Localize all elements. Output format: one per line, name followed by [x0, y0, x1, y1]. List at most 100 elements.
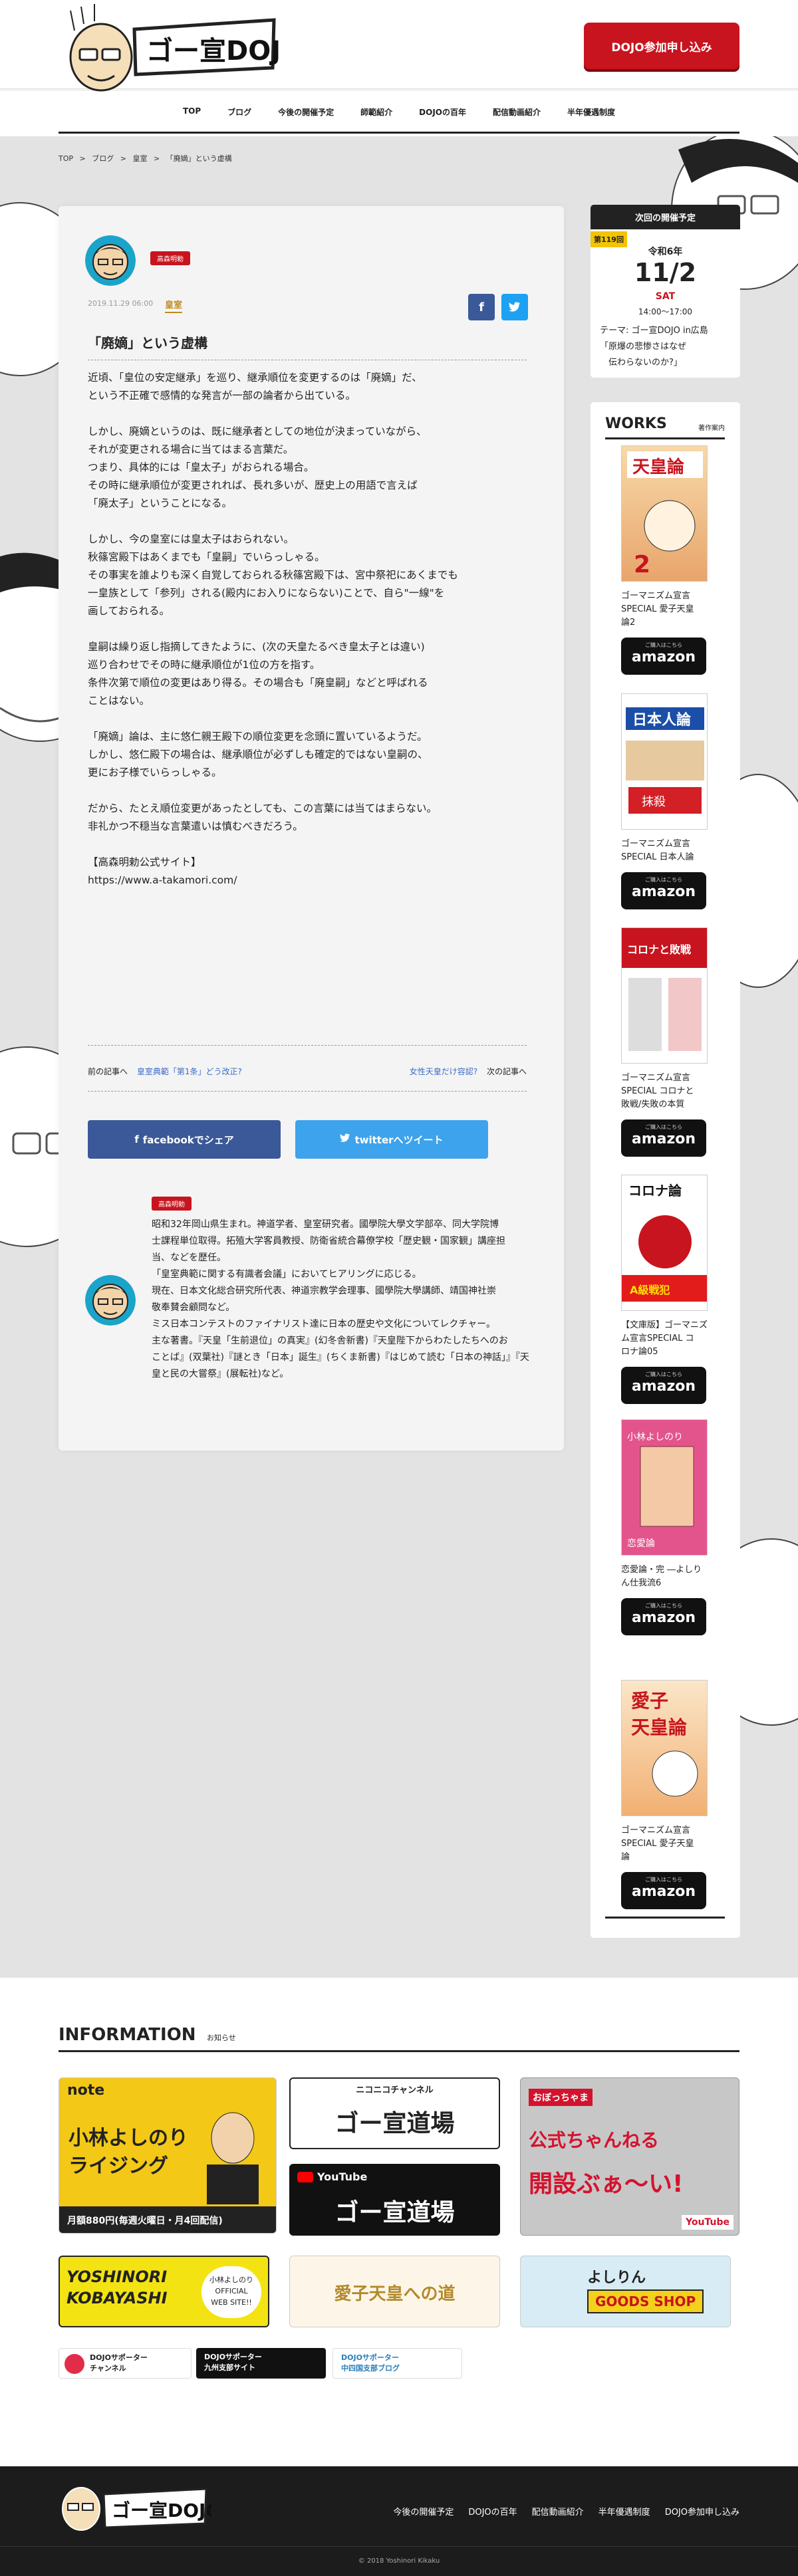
post-category[interactable]: 皇室 [165, 298, 183, 313]
book-caption[interactable]: ゴーマニズム宣言 SPECIAL 日本人論 [621, 838, 708, 864]
amazon-button[interactable]: ご購入はこちら amazon [621, 872, 706, 909]
nav-masters[interactable]: 師範紹介 [347, 100, 406, 126]
breadcrumb: TOP > ブログ > 皇室 > 「廃嫡」という虚構 [59, 153, 236, 164]
chushikoku-supporter-label: DOJOサポーター 中四国支部ブログ [341, 2353, 400, 2373]
supporter-channel-label: DOJOサポーター チャンネル [90, 2353, 148, 2373]
note-rising-banner[interactable]: note 小林よしのり ライジング 月額880円(毎週火曜日・月4回配信) [59, 2077, 277, 2234]
breadcrumb-blog[interactable]: ブログ [92, 154, 114, 163]
note-price: 月額880円(毎週火曜日・月4回配信) [59, 2206, 276, 2233]
nav-dojo-history[interactable]: DOJOの百年 [406, 100, 479, 126]
book-item[interactable]: 日本人論 抹殺 ゴーマニズム宣言 SPECIAL 日本人論 ご購入はこちら amaz… [621, 693, 708, 909]
book-cover[interactable]: 小林よしのり 恋愛論 [621, 1419, 708, 1556]
book-cover[interactable]: コロナと敗戦 [621, 927, 708, 1064]
post-paragraph: だから、たとえ順位変更があったとしても、この言葉には当てはまらない。 非礼かつ不… [88, 802, 437, 832]
footer-logo[interactable]: ゴー宣DOJO [59, 2480, 211, 2533]
amazon-logo: amazon [631, 1378, 696, 1395]
chushikoku-supporter-banner[interactable]: DOJOサポーター 中四国支部ブログ [332, 2348, 462, 2379]
nav-blog[interactable]: ブログ [214, 100, 265, 126]
nav-videos[interactable]: 配信動画紹介 [479, 100, 554, 126]
next-event-widget[interactable]: 次回の開催予定 第119回 令和6年 11/2 SAT 14:00〜17:00 … [591, 205, 740, 378]
breadcrumb-top[interactable]: TOP [59, 154, 73, 163]
twitter-share-label: twitterへツイート [354, 1133, 444, 1146]
post-paragraph: 近頃、「皇位の安定継承」を巡り、継承順位を変更するのは「廃嫡」だ、 という不正確… [88, 372, 422, 402]
book-caption[interactable]: ゴーマニズム宣言 SPECIAL コロナと 敗戦/失敗の本質 [621, 1072, 708, 1112]
youtube-channel-banner[interactable]: YouTube ゴー宣道場 [289, 2164, 500, 2236]
book-item[interactable]: 天皇論 2 ゴーマニズム宣言 SPECIAL 愛子天皇 論2 ご購入はこちら ama… [621, 445, 708, 675]
amazon-button[interactable]: ご購入はこちら amazon [621, 1119, 706, 1157]
next-post-link[interactable]: 女性天皇だけ容認? [410, 1067, 477, 1076]
book-item[interactable]: コロナ論 A級戦犯 【文庫版】ゴーマニズ ム宣言SPECIAL コ ロナ論05 ご… [621, 1175, 708, 1404]
goods-shop-label: GOODS SHOP [587, 2289, 704, 2313]
aiko-banner[interactable]: 愛子天皇への道 [289, 2256, 500, 2327]
post-paragraph: しかし、今の皇室には皇太子はおられない。 秋篠宮殿下はあくまでも「皇嗣」でいらっ… [88, 533, 458, 617]
nav-preferential[interactable]: 半年優遇制度 [554, 100, 628, 126]
aiko-title: 愛子天皇への道 [334, 2284, 456, 2304]
works-widget: WORKS 著作案内 天皇論 2 ゴーマニズム宣言 SPECIAL 愛子天皇 論2… [591, 402, 740, 1938]
book-cover[interactable]: 愛子 天皇論 [621, 1680, 708, 1816]
footer-nav-signup[interactable]: DOJO参加申し込み [665, 2505, 739, 2517]
post-paragraph-site-link[interactable]: 【高森明勅公式サイト】 https://www.a-takamori.com/ [88, 854, 527, 889]
goods-shop-banner[interactable]: よしりん GOODS SHOP [520, 2256, 731, 2327]
site-logo[interactable]: ゴー宣DOJO [61, 4, 281, 97]
information-title: INFORMATION [59, 2025, 196, 2045]
nav-top[interactable]: TOP [170, 100, 214, 126]
nav-schedule[interactable]: 今後の開催予定 [265, 100, 347, 126]
book-item[interactable]: 小林よしのり 恋愛論 恋愛論・完 ―よしり ん仕我流6 ご購入はこちら amazon [621, 1419, 708, 1635]
amazon-button[interactable]: ご購入はこちら amazon [621, 1872, 706, 1909]
footer-nav-schedule[interactable]: 今後の開催予定 [393, 2505, 454, 2517]
obocchama-line3: 開設ぶぁ〜い! [529, 2170, 684, 2198]
works-subtitle: 著作案内 [698, 425, 725, 432]
next-post: 女性天皇だけ容認? 次の記事へ [410, 1066, 527, 1077]
amazon-button[interactable]: ご購入はこちら amazon [621, 638, 706, 675]
book-cover[interactable]: コロナ論 A級戦犯 [621, 1175, 708, 1311]
book-item[interactable]: コロナと敗戦 ゴーマニズム宣言 SPECIAL コロナと 敗戦/失敗の本質 ご購… [621, 927, 708, 1157]
kyushu-supporter-banner[interactable]: DOJOサポーター 九州支部サイト [196, 2348, 326, 2379]
book-caption[interactable]: 恋愛論・完 ―よしり ん仕我流6 [621, 1564, 708, 1590]
works-header: WORKS 著作案内 [605, 415, 725, 439]
note-title: 小林よしのり ライジング [68, 2127, 188, 2178]
book-caption[interactable]: ゴーマニズム宣言 SPECIAL 愛子天皇 論 [621, 1824, 708, 1864]
niconico-label: ニコニコチャンネル [356, 2085, 434, 2095]
works-title: WORKS [605, 415, 667, 432]
niconico-channel-banner[interactable]: ニコニコチャンネル ゴー宣道場 [289, 2077, 500, 2149]
breadcrumb-current: 「廃嫡」という虚構 [166, 154, 232, 163]
twitter-share-button[interactable]: twitterへツイート [295, 1120, 488, 1159]
dojo-signup-button[interactable]: DOJO参加申し込み [584, 23, 739, 69]
svg-text:ゴー宣DOJO: ゴー宣DOJO [112, 2500, 211, 2521]
site-header: ゴー宣DOJO DOJO参加申し込み [0, 0, 798, 92]
svg-text:抹殺: 抹殺 [642, 795, 666, 809]
svg-text:恋愛論: 恋愛論 [627, 1538, 655, 1549]
svg-text:A級戦犯: A級戦犯 [630, 1284, 670, 1296]
book-caption[interactable]: 【文庫版】ゴーマニズ ム宣言SPECIAL コ ロナ論05 [621, 1319, 708, 1359]
facebook-share-icon[interactable]: f [468, 294, 495, 320]
svg-text:小林よしのり: 小林よしのり [627, 1432, 683, 1443]
next-event-header: 次回の開催予定 [591, 205, 740, 229]
author-box-tag[interactable]: 高森明勅 [152, 1197, 192, 1211]
author-tag[interactable]: 高森明勅 [150, 251, 190, 265]
youtube-play-icon [297, 2171, 313, 2182]
footer-nav-preferential[interactable]: 半年優遇制度 [598, 2505, 650, 2517]
amazon-small-label: ご購入はこちら [645, 1371, 682, 1377]
prev-post-link[interactable]: 皇室典範「第1条」どう改正? [137, 1067, 242, 1076]
footer-nav-videos[interactable]: 配信動画紹介 [532, 2505, 584, 2517]
prev-post-label: 前の記事へ [88, 1067, 128, 1076]
prev-post: 前の記事へ 皇室典範「第1条」どう改正? [88, 1066, 242, 1077]
obocchama-channel-banner[interactable]: おぼっちゃま 公式ちゃんねる 開設ぶぁ〜い! YouTube [520, 2077, 739, 2236]
event-weekday: SAT [655, 291, 676, 302]
breadcrumb-category[interactable]: 皇室 [132, 154, 147, 163]
book-item[interactable]: 愛子 天皇論 ゴーマニズム宣言 SPECIAL 愛子天皇 論 ご購入はこちら ama… [621, 1680, 708, 1909]
amazon-button[interactable]: ご購入はこちら amazon [621, 1367, 706, 1404]
footer-nav-history[interactable]: DOJOの百年 [468, 2505, 517, 2517]
twitter-share-icon[interactable] [501, 294, 528, 320]
facebook-share-button[interactable]: f facebookでシェア [88, 1120, 281, 1159]
youtube-dojo-name: ゴー宣道場 [334, 2199, 455, 2226]
amazon-button[interactable]: ご購入はこちら amazon [621, 1598, 706, 1635]
book-caption[interactable]: ゴーマニズム宣言 SPECIAL 愛子天皇 論2 [621, 590, 708, 630]
amazon-small-label: ご購入はこちら [645, 877, 682, 883]
book-cover[interactable]: 日本人論 抹殺 [621, 693, 708, 830]
supporter-channel-banner[interactable]: DOJOサポーター チャンネル [59, 2348, 192, 2379]
book-cover[interactable]: 天皇論 2 [621, 445, 708, 582]
svg-text:ゴー宣DOJO: ゴー宣DOJO [146, 36, 281, 66]
note-logo: note [67, 2082, 105, 2099]
official-site-banner[interactable]: YOSHINORI KOBAYASHI 小林よしのり OFFICIAL WEB … [59, 2256, 269, 2327]
